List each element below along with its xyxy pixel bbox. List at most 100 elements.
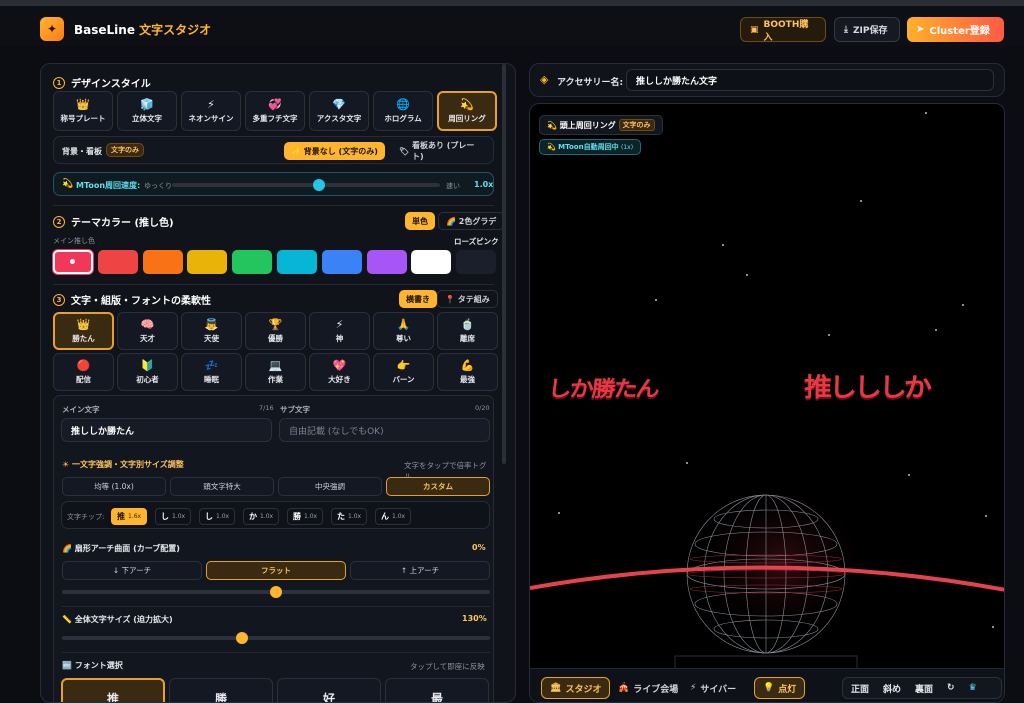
sun-icon: ☀ [62,460,70,469]
preset-option[interactable]: 🏆 優勝 [245,312,306,350]
color-swatch[interactable] [366,250,407,274]
rainbow-icon: 🌈 [446,216,456,226]
size-slider-thumb[interactable] [235,632,248,644]
arch-tab[interactable]: フラット [206,561,346,580]
section-design-style: 1 デザインスタイル [53,75,151,90]
char-chip[interactable]: か 1.0x [243,508,280,525]
preset-option[interactable]: 💖 大好き [309,353,370,391]
style-icon: ⚡ [207,97,215,111]
char-chip[interactable]: 勝 1.0x [287,508,324,525]
vertical-option[interactable]: 📍 タテ組み [437,290,498,308]
text-editor-box: メイン文字 7/16 推ししか勝たん サブ文字 0/20 自由記載 (なしでもO… [53,395,494,702]
zip-save-button[interactable]: ⤓ ZIP保存 [834,17,900,42]
arch-tab[interactable]: ↓ 下アーチ [62,561,202,580]
view-diagonal[interactable]: 斜め [883,682,901,695]
emphasis-tab[interactable]: 頭文字特大 [170,477,274,496]
scrollbar[interactable] [502,64,506,464]
char-chip[interactable]: し 1.0x [199,508,236,525]
arch-slider-thumb[interactable] [270,586,282,598]
color-swatch[interactable] [53,250,93,274]
emphasis-tab[interactable]: 中央強調 [278,477,382,496]
preset-option[interactable]: 💤 睡眠 [181,353,242,391]
preset-option[interactable]: 🍵 離席 [437,312,498,350]
view-back[interactable]: 裏面 [915,682,933,695]
sub-text-input[interactable]: 自由記載 (なしでもOK) [279,418,490,442]
gradient-option[interactable]: 🌈 2色グラデ [438,212,505,230]
preset-option[interactable]: 🔰 初心者 [117,353,178,391]
preset-option[interactable]: 👉 バーン [373,353,434,391]
char-chip[interactable]: 推 1.6x [111,508,148,525]
style-option[interactable]: 👑 称号プレート [53,91,113,131]
preset-icon: 🧠 [140,317,155,331]
char-chip[interactable]: し 1.0x [155,508,192,525]
color-swatch[interactable] [411,250,452,274]
tab-cyber[interactable]: ⚡ サイバー [682,677,744,699]
booth-button[interactable]: ▣ BOOTH購入 [740,17,826,43]
preset-option[interactable]: 🙏 尊い [373,312,434,350]
section-text-layout: 3 文字・組版・フォントの柔軟性 [53,292,211,307]
preset-option[interactable]: ⚡ 神 [309,312,370,350]
size-slider[interactable] [62,636,490,640]
color-swatch[interactable] [142,250,183,274]
horizontal-option[interactable]: 横書き [399,290,437,308]
background-row: 背景・看板 文字のみ ✨ 背景なし (文字のみ) 🏷 看板あり (プレート) [53,136,494,164]
mtoon-speed-thumb[interactable] [313,179,326,191]
ring-icon: 💫 [547,120,557,130]
style-option[interactable]: 💫 周回リング [437,91,497,131]
tab-studio[interactable]: 🏛 スタジオ [541,677,611,699]
color-swatch[interactable] [97,250,138,274]
view-selector: 正面 斜め 裏面 ↻ ♛ [842,677,1002,699]
style-option[interactable]: 🧊 立体文字 [117,91,177,131]
preset-icon: 🙏 [396,317,411,331]
bulb-icon: 💡 [763,683,775,693]
emphasis-tab[interactable]: カスタム [386,477,490,496]
check-dot-icon [70,259,75,264]
crown-icon[interactable]: ♛ [969,683,977,693]
color-swatch[interactable] [277,250,317,274]
style-option[interactable]: 🌐 ホログラム [373,91,433,131]
preset-icon: 💤 [204,358,219,372]
pin-icon: 📍 [445,294,455,304]
color-swatch[interactable] [187,250,228,274]
preset-option[interactable]: 💪 最強 [437,353,498,391]
font-option[interactable]: 好 [277,678,381,702]
single-color-option[interactable]: 単色 [405,212,435,230]
cluster-register-button[interactable]: ➤ Cluster登録 [907,17,1004,42]
main-text-input[interactable]: 推ししか勝たん [61,418,272,442]
preset-icon: 🏆 [268,317,283,331]
preset-option[interactable]: 🔴 配信 [53,353,114,391]
style-option[interactable]: 💞 多重フチ文字 [245,91,305,131]
view-front[interactable]: 正面 [851,682,869,695]
arch-tab[interactable]: ↑ 上アーチ [350,561,490,580]
color-swatch[interactable] [232,250,273,274]
char-chip[interactable]: ん 1.0x [375,508,412,525]
style-option[interactable]: ⚡ ネオンサイン [181,91,241,131]
font-option[interactable]: 勝 [169,678,273,702]
light-toggle[interactable]: 💡 点灯 [754,677,806,699]
accessory-name-input[interactable]: 推ししか勝たん文字 [626,69,994,91]
preset-option[interactable]: 👼 天使 [181,312,242,350]
preview-viewport[interactable]: しか勝たん 推しししか 💫 頭上周回リング 文字のみ 💫 MToon自動周回中 … [529,103,1005,703]
sparkle-icon: ✨ [291,146,301,156]
preset-option[interactable]: 🧠 天才 [117,312,178,350]
download-icon: ⤓ [844,24,848,35]
font-icon: 🔤 [62,661,72,670]
preset-option[interactable]: 💻 作業 [245,353,306,391]
bg-none-option[interactable]: ✨ 背景なし (文字のみ) [284,142,385,160]
font-option[interactable]: 最 [385,678,489,702]
style-option[interactable]: 💎 アクスタ文字 [309,91,369,131]
bg-plate-option[interactable]: 🏷 看板あり (プレート) [392,141,493,161]
rotate-icon[interactable]: ↻ [947,683,955,693]
section-theme-color: 2 テーマカラー (推し色) [53,214,174,229]
font-option[interactable]: 推 [61,678,165,702]
emphasis-tab[interactable]: 均等 (1.0x) [62,477,166,496]
preset-option[interactable]: 👑 勝たん [53,312,114,350]
char-chip[interactable]: た 1.0x [331,508,368,525]
bag-icon: ▣ [750,24,759,35]
mtoon-speed-slider[interactable] [172,183,440,187]
color-swatch[interactable] [321,250,362,274]
color-swatch[interactable] [456,250,497,274]
ruler-icon: 📏 [62,615,72,624]
layers-icon: ◈ [540,73,549,86]
tab-live-venue[interactable]: 🎪 ライブ会場 [610,677,686,699]
